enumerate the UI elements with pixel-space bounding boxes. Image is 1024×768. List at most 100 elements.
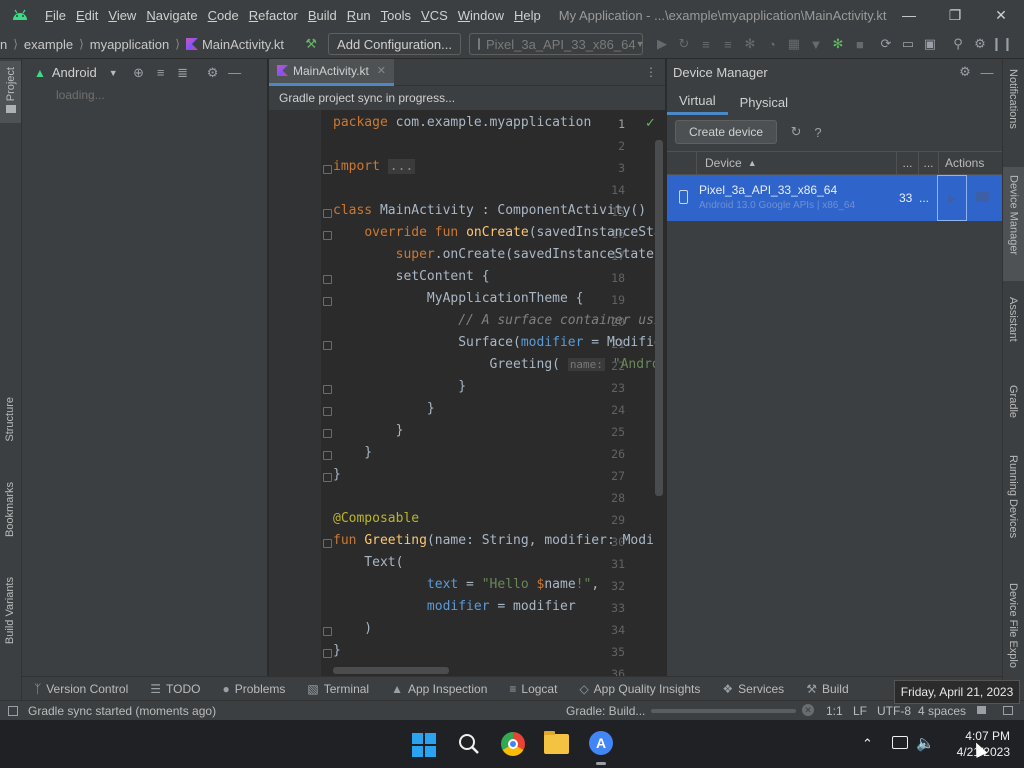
minimize-button[interactable]: —: [886, 0, 932, 30]
restore-button[interactable]: ❐: [932, 0, 978, 30]
sdk-manager-icon[interactable]: ▣: [919, 33, 941, 55]
background-task-label[interactable]: Gradle: Build...: [566, 704, 645, 718]
more-tabs-icon[interactable]: ⋮: [645, 65, 657, 79]
launch-device-button[interactable]: ▶: [937, 175, 967, 221]
tool-stripe-notifications[interactable]: Notifications: [1007, 69, 1019, 132]
memory-indicator-icon[interactable]: [1003, 706, 1013, 715]
tool-problems[interactable]: ● Problems: [222, 682, 285, 696]
settings-gear-icon[interactable]: ⚙: [969, 33, 991, 55]
fold-marker[interactable]: [323, 209, 332, 218]
network-icon[interactable]: [892, 736, 908, 749]
run-configuration-button[interactable]: Add Configuration...: [328, 33, 461, 55]
profile-icon[interactable]: ◔: [761, 33, 783, 55]
lock-icon[interactable]: [977, 706, 986, 714]
menu-window[interactable]: Window: [458, 8, 504, 23]
folder-icon[interactable]: [976, 192, 989, 202]
tool-stripe-running-devices[interactable]: Running Devices: [1007, 455, 1019, 541]
tool-stripe-project[interactable]: Project: [0, 61, 21, 123]
breadcrumb-item-example[interactable]: example: [24, 37, 73, 52]
gear-icon[interactable]: ⚙: [954, 61, 976, 83]
close-button[interactable]: ✕: [978, 0, 1024, 30]
tool-stripe-gradle[interactable]: Gradle: [1007, 385, 1019, 421]
tab-physical[interactable]: Physical: [728, 89, 800, 115]
fold-marker[interactable]: [323, 385, 332, 394]
tab-virtual[interactable]: Virtual: [667, 89, 728, 115]
indent-setting[interactable]: 4 spaces: [918, 704, 966, 718]
tool-stripe-assistant[interactable]: Assistant: [1007, 297, 1019, 345]
fold-marker[interactable]: [323, 165, 332, 174]
fold-marker[interactable]: [323, 407, 332, 416]
tool-terminal[interactable]: ▧ Terminal: [307, 682, 369, 696]
tool-stripe-build-variants[interactable]: Build Variants: [4, 577, 16, 647]
tool-version-control[interactable]: ᛉ Version Control: [34, 682, 128, 696]
expand-all-icon[interactable]: ≡: [150, 62, 172, 84]
fold-marker[interactable]: [323, 275, 332, 284]
breadcrumb-item-mainactivity[interactable]: MainActivity.kt: [202, 37, 284, 52]
device-selector[interactable]: Pixel_3a_API_33_x86_64 ▼: [468, 33, 645, 55]
tab-mainactivity[interactable]: MainActivity.kt ✕: [269, 58, 395, 86]
inspection-ok-icon[interactable]: ✓: [645, 115, 655, 131]
menu-view[interactable]: View: [108, 8, 136, 23]
breadcrumb-item-truncated[interactable]: n: [0, 37, 7, 52]
tool-stripe-structure[interactable]: Structure: [4, 397, 16, 445]
run-icon[interactable]: ▶: [651, 33, 673, 55]
tool-app-inspection[interactable]: ▲ App Inspection: [391, 682, 487, 696]
fold-marker[interactable]: [323, 451, 332, 460]
tool-stripe-device-file-explorer[interactable]: Device File Explo: [1007, 583, 1019, 671]
sync-gradle-icon[interactable]: ✻: [827, 33, 849, 55]
android-studio-app-icon[interactable]: A: [589, 731, 613, 755]
fold-marker[interactable]: [323, 473, 332, 482]
file-encoding[interactable]: UTF-8: [877, 704, 911, 718]
search-icon[interactable]: [458, 733, 480, 755]
column-device[interactable]: Device ▲: [697, 151, 897, 175]
debug-icon[interactable]: ✻: [739, 33, 761, 55]
tool-logcat[interactable]: ≡ Logcat: [509, 682, 557, 696]
fold-marker[interactable]: [323, 231, 332, 240]
tool-todo[interactable]: ☰ TODO: [150, 682, 200, 696]
hammer-icon[interactable]: ⚒: [300, 33, 322, 55]
tool-stripe-device-manager[interactable]: Device Manager: [1003, 167, 1024, 281]
tool-build[interactable]: ⚒ Build: [806, 682, 848, 696]
vertical-scrollbar-thumb[interactable]: [655, 140, 663, 496]
search-icon[interactable]: ⚲: [947, 33, 969, 55]
attach-debugger-icon[interactable]: ▦: [783, 33, 805, 55]
volume-icon[interactable]: 🔈: [916, 734, 935, 752]
pause-icon[interactable]: ❙❙: [991, 33, 1013, 55]
fold-marker[interactable]: [323, 627, 332, 636]
status-message[interactable]: Gradle sync started (moments ago): [28, 704, 216, 718]
select-opened-file-icon[interactable]: ⊕: [128, 62, 150, 84]
fold-marker[interactable]: [323, 539, 332, 548]
refresh-icon[interactable]: ↻: [785, 121, 807, 143]
menu-file[interactable]: File: [45, 8, 66, 23]
fold-marker[interactable]: [323, 341, 332, 350]
start-windows-icon[interactable]: [412, 733, 436, 757]
apply-code-changes-icon[interactable]: ≡: [717, 33, 739, 55]
device-manager-icon[interactable]: ▭: [897, 33, 919, 55]
toggle-tool-windows-icon[interactable]: [8, 705, 18, 716]
menu-tools[interactable]: Tools: [381, 8, 411, 23]
menu-vcs[interactable]: VCS: [421, 8, 448, 23]
help-icon[interactable]: ?: [807, 121, 829, 143]
menu-code[interactable]: Code: [208, 8, 239, 23]
project-view-selector[interactable]: Android: [52, 65, 97, 80]
hide-icon[interactable]: —: [976, 61, 998, 83]
column-size[interactable]: ...: [919, 151, 939, 175]
more-run-icon[interactable]: ▼: [805, 33, 827, 55]
caret-position[interactable]: 1:1: [826, 704, 843, 718]
menu-run[interactable]: Run: [347, 8, 371, 23]
rerun-icon[interactable]: ↻: [673, 33, 695, 55]
menu-refactor[interactable]: Refactor: [249, 8, 298, 23]
collapse-all-icon[interactable]: ≣: [172, 62, 194, 84]
file-explorer-icon[interactable]: [544, 731, 569, 754]
hide-icon[interactable]: —: [224, 62, 246, 84]
show-hidden-icons-chevron-up-icon[interactable]: ⌃: [862, 736, 873, 752]
chrome-icon[interactable]: [501, 732, 525, 756]
tool-stripe-bookmarks[interactable]: Bookmarks: [4, 482, 16, 540]
device-row[interactable]: Pixel_3a_API_33_x86_64 Android 13.0 Goog…: [667, 175, 1002, 221]
fold-marker[interactable]: [323, 297, 332, 306]
tool-services[interactable]: ❖ Services: [722, 682, 784, 696]
fold-marker[interactable]: [323, 429, 332, 438]
cancel-task-icon[interactable]: ✕: [802, 704, 814, 716]
gear-icon[interactable]: ⚙: [202, 62, 224, 84]
stop-icon[interactable]: ■: [849, 33, 871, 55]
